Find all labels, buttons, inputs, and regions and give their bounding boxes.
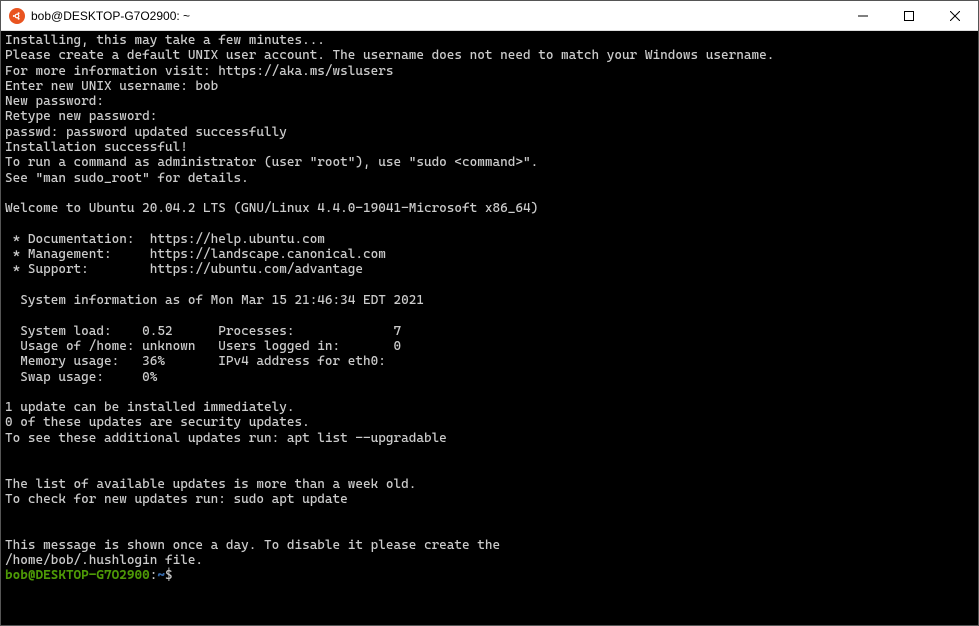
close-button[interactable] [932,1,978,30]
terminal-line [5,507,974,522]
terminal-line: * Management: https://landscape.canonica… [5,247,974,262]
terminal-line: Installation successful! [5,140,974,155]
prompt-symbol: $ [165,568,173,583]
terminal-line: To check for new updates run: sudo apt u… [5,492,974,507]
terminal-line: Memory usage: 36% IPv4 address for eth0: [5,354,974,369]
terminal-line [5,278,974,293]
terminal-line [5,385,974,400]
terminal-line: Swap usage: 0% [5,370,974,385]
terminal-content[interactable]: Installing, this may take a few minutes.… [1,31,978,625]
prompt-path: ~ [157,568,165,583]
terminal-line: Enter new UNIX username: bob [5,79,974,94]
terminal-line [5,308,974,323]
terminal-line: This message is shown once a day. To dis… [5,538,974,553]
terminal-line: 1 update can be installed immediately. [5,400,974,415]
terminal-line: System information as of Mon Mar 15 21:4… [5,293,974,308]
terminal-line [5,523,974,538]
prompt-user-host: bob@DESKTOP-G7O2900 [5,568,150,583]
titlebar[interactable]: bob@DESKTOP-G7O2900: ~ [1,1,978,31]
terminal-line: Retype new password: [5,109,974,124]
ubuntu-logo-icon [12,11,22,21]
maximize-button[interactable] [886,1,932,30]
ubuntu-icon [9,8,25,24]
terminal-line [5,186,974,201]
terminal-line: * Support: https://ubuntu.com/advantage [5,262,974,277]
terminal-line: passwd: password updated successfully [5,125,974,140]
terminal-line [5,461,974,476]
terminal-line: Usage of /home: unknown Users logged in:… [5,339,974,354]
terminal-line: 0 of these updates are security updates. [5,415,974,430]
terminal-window: bob@DESKTOP-G7O2900: ~ Installing, this … [0,0,979,626]
terminal-line: Installing, this may take a few minutes.… [5,33,974,48]
terminal-line: New password: [5,94,974,109]
terminal-line: /home/bob/.hushlogin file. [5,553,974,568]
terminal-line: See "man sudo_root" for details. [5,171,974,186]
maximize-icon [904,11,914,21]
close-icon [950,11,960,21]
terminal-line: To see these additional updates run: apt… [5,431,974,446]
terminal-line: The list of available updates is more th… [5,477,974,492]
terminal-line [5,446,974,461]
window-controls [840,1,978,30]
terminal-line: Welcome to Ubuntu 20.04.2 LTS (GNU/Linux… [5,201,974,216]
terminal-line: * Documentation: https://help.ubuntu.com [5,232,974,247]
terminal-line [5,217,974,232]
terminal-line: System load: 0.52 Processes: 7 [5,324,974,339]
terminal-line: To run a command as administrator (user … [5,155,974,170]
terminal-line: For more information visit: https://aka.… [5,64,974,79]
prompt-line: bob@DESKTOP-G7O2900:~$ [5,568,974,583]
window-title: bob@DESKTOP-G7O2900: ~ [31,9,840,23]
minimize-icon [858,11,868,21]
terminal-line: Please create a default UNIX user accoun… [5,48,974,63]
minimize-button[interactable] [840,1,886,30]
